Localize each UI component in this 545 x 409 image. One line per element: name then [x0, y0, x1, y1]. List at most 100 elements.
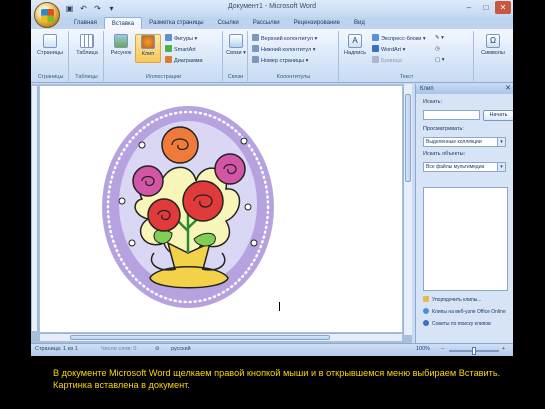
office-online-link[interactable]: Клипы на веб-узле Office Online: [423, 308, 506, 315]
horizontal-scroll-thumb[interactable]: [70, 335, 330, 340]
dropcap-icon: [372, 56, 379, 63]
clipart-pane: Клип ✕ Искать: Начать Просматривать: Выд…: [415, 84, 513, 343]
collections-select[interactable]: Выделенные коллекции ▾: [423, 137, 506, 147]
textbox-label: Надпись: [344, 50, 366, 56]
group-text: A Надпись Экспресс-блоки ▾ WordArt ▾ Бук…: [340, 31, 474, 81]
group-pages: Страницы Страницы: [33, 31, 69, 81]
clip-button[interactable]: Клип: [135, 34, 161, 63]
language-status[interactable]: русский: [171, 346, 191, 352]
wordart-icon: [372, 45, 379, 52]
results-list[interactable]: [423, 187, 508, 291]
header-icon: [252, 34, 259, 41]
horizontal-scrollbar[interactable]: [40, 333, 402, 341]
footer-icon: [252, 45, 259, 52]
tab-insert[interactable]: Вставка: [103, 17, 143, 29]
globe-icon: [423, 308, 429, 314]
group-pages-label: Страницы: [37, 74, 64, 80]
signature-line-icon[interactable]: ✎ ▾: [435, 34, 444, 43]
group-links-label: Связи: [227, 74, 244, 80]
zoom-slider-knob[interactable]: [472, 347, 476, 355]
spellcheck-icon[interactable]: ⊘: [155, 346, 160, 352]
clipart-icon: [141, 35, 155, 49]
pane-close-icon[interactable]: ✕: [505, 84, 511, 94]
textbox-button[interactable]: A Надпись: [342, 34, 368, 56]
pages-label: Страницы: [37, 50, 63, 56]
help-icon: [423, 320, 429, 326]
document-page[interactable]: [40, 86, 402, 332]
minimize-button[interactable]: –: [461, 1, 477, 14]
group-header-footer: Верхний колонтитул ▾ Нижний колонтитул ▾…: [249, 31, 339, 81]
maximize-button[interactable]: □: [478, 1, 494, 14]
tab-review[interactable]: Рецензирование: [287, 17, 347, 29]
vertical-scroll-thumb[interactable]: [405, 94, 411, 182]
link-icon: [229, 34, 243, 48]
group-text-label: Текст: [399, 74, 414, 80]
chart-icon: [165, 56, 172, 63]
page-number-button[interactable]: Номер страницы ▾: [252, 56, 308, 65]
browse-label: Просматривать:: [423, 126, 464, 132]
search-input[interactable]: [423, 110, 480, 120]
symbols-button[interactable]: Ω Символы: [480, 34, 506, 56]
caption-text: В документе Microsoft Word щелкаем право…: [53, 368, 501, 390]
close-button[interactable]: ✕: [495, 1, 511, 14]
window-controls: – □ ✕: [461, 1, 511, 14]
pane-title: Клип: [420, 86, 434, 92]
zoom-out-icon[interactable]: −: [441, 346, 444, 352]
go-button[interactable]: Начать: [483, 110, 513, 121]
tab-view[interactable]: Вид: [347, 17, 372, 29]
title-bar: ▣ ↶ ↷ ▾ Документ1 - Microsoft Word – □ ✕: [31, 0, 513, 17]
group-illustrations-label: Иллюстрации: [145, 74, 182, 80]
folder-icon: [423, 296, 429, 302]
quickparts-button[interactable]: Экспресс-блоки ▾: [372, 34, 426, 43]
smartart-icon: [165, 45, 172, 52]
links-button[interactable]: Связи ▾: [224, 34, 248, 56]
dropcap-button[interactable]: Буквица: [372, 56, 402, 65]
vertical-scrollbar[interactable]: [403, 84, 412, 335]
object-icon[interactable]: ▢ ▾: [435, 56, 445, 65]
datetime-icon[interactable]: ◷: [435, 45, 440, 54]
textbox-icon: A: [348, 34, 362, 48]
vertical-ruler: [32, 86, 38, 331]
chevron-down-icon: ▾: [497, 138, 505, 146]
shapes-icon: [165, 34, 172, 41]
search-label: Искать:: [423, 99, 443, 105]
tab-mailings[interactable]: Рассылки: [246, 17, 287, 29]
ribbon: Страницы Страницы Таблица Таблицы Рисуно…: [31, 29, 513, 83]
chevron-down-icon: ▾: [497, 163, 505, 171]
pages-button[interactable]: Страницы: [37, 34, 63, 56]
group-symbols: Ω Символы: [475, 31, 511, 81]
table-icon: [80, 34, 94, 48]
tab-page-layout[interactable]: Разметка страницы: [142, 17, 210, 29]
clip-label: Клип: [141, 51, 155, 57]
header-button[interactable]: Верхний колонтитул ▾: [252, 34, 317, 43]
links-label: Связи: [226, 50, 242, 56]
chart-button[interactable]: Диаграмма: [165, 56, 203, 65]
search-tips-link[interactable]: Советы по поиску клипов: [423, 320, 491, 327]
zoom-in-icon[interactable]: +: [502, 346, 505, 352]
group-links: Связи ▾ Связи: [224, 31, 248, 81]
organize-clips-link[interactable]: Упорядочить клипы...: [423, 296, 482, 303]
pages-icon: [43, 34, 57, 48]
picture-button[interactable]: Рисунок: [108, 34, 134, 56]
wordart-button[interactable]: WordArt ▾: [372, 45, 405, 54]
table-button[interactable]: Таблица: [74, 34, 100, 56]
tab-references[interactable]: Ссылки: [211, 17, 246, 29]
shapes-button[interactable]: Фигуры ▾: [165, 34, 197, 43]
media-types-select[interactable]: Все файлы мультимедиа ▾: [423, 162, 506, 172]
footer-button[interactable]: Нижний колонтитул ▾: [252, 45, 316, 54]
tab-home[interactable]: Главная: [67, 17, 104, 29]
table-label: Таблица: [76, 50, 98, 56]
picture-label: Рисунок: [110, 50, 132, 56]
office-button[interactable]: [34, 2, 60, 28]
page-count-status[interactable]: Страница: 1 из 1: [35, 346, 78, 352]
window-title: Документ1 - Microsoft Word: [227, 3, 317, 10]
screen: ▣ ↶ ↷ ▾ Документ1 - Microsoft Word – □ ✕…: [0, 0, 545, 409]
group-tables: Таблица Таблицы: [70, 31, 104, 81]
word-count-status[interactable]: Число слов: 0: [101, 346, 136, 352]
zoom-level[interactable]: 100%: [416, 346, 430, 352]
ribbon-tabs: Главная Вставка Разметка страницы Ссылки…: [31, 17, 513, 29]
smartart-button[interactable]: SmartArt: [165, 45, 196, 54]
page-number-icon: [252, 56, 259, 63]
clipart-image[interactable]: [98, 103, 278, 315]
group-illustrations: Рисунок Клип Фигуры ▾ SmartArt Диаграмма…: [105, 31, 223, 81]
